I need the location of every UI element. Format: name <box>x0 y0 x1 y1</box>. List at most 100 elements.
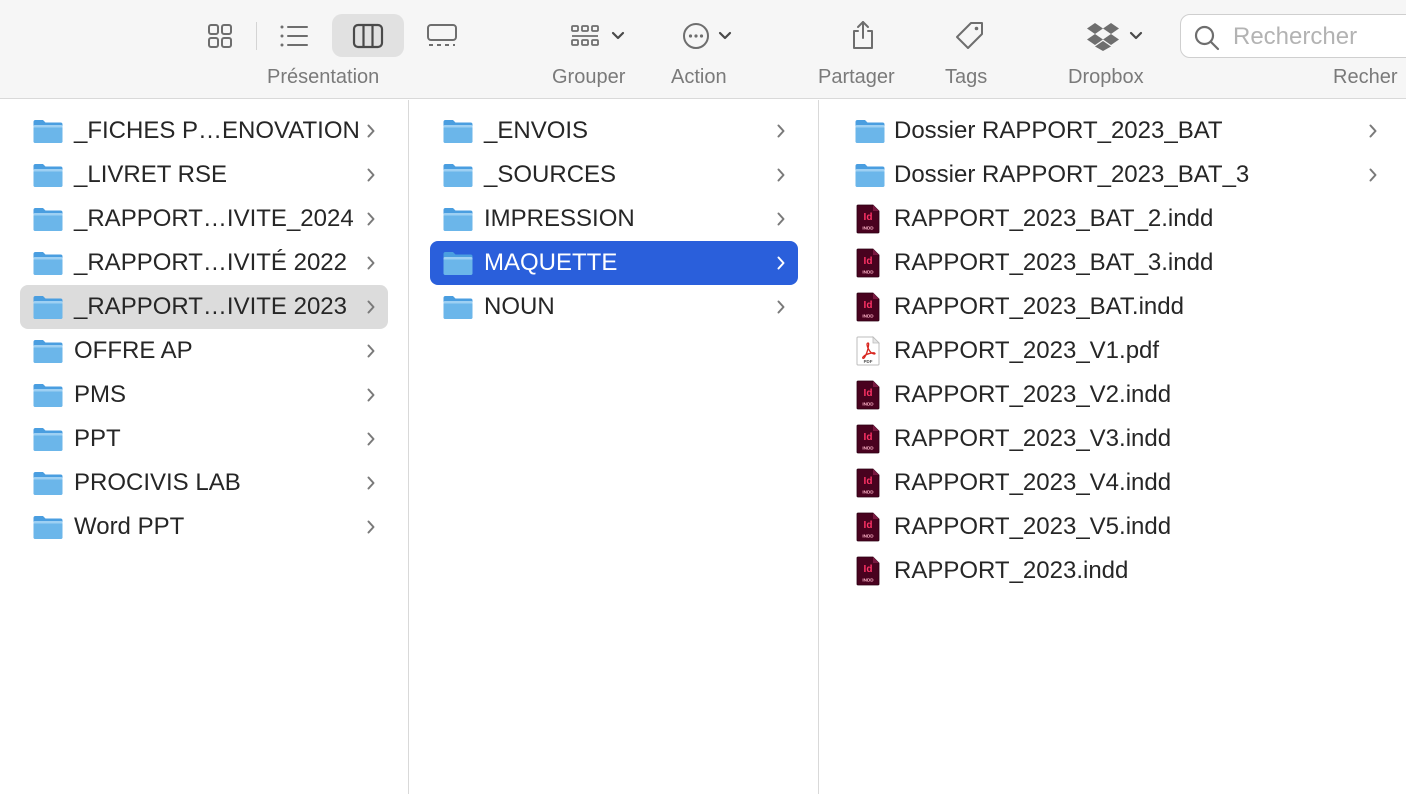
folder-icon <box>443 296 473 319</box>
item-name: OFFRE AP <box>74 337 193 364</box>
folder-row[interactable]: _RAPPORT…IVITÉ 2022 <box>20 241 388 285</box>
item-name: MAQUETTE <box>484 249 618 276</box>
dropbox-button[interactable] <box>1082 16 1148 56</box>
file-row[interactable]: Id INDD RAPPORT_2023_V3.indd <box>852 417 1402 461</box>
item-name: RAPPORT_2023_BAT.indd <box>894 293 1184 320</box>
svg-text:Id: Id <box>864 564 873 575</box>
browser-column-3[interactable]: Dossier RAPPORT_2023_BAT Dossier RAPPORT_… <box>820 100 1406 794</box>
folder-icon <box>33 296 63 319</box>
svg-text:INDD: INDD <box>862 578 874 583</box>
grid-view-icon <box>208 23 232 48</box>
item-name: RAPPORT_2023_V4.indd <box>894 469 1172 496</box>
group-label: Grouper <box>552 66 626 88</box>
folder-row[interactable]: NOUN <box>430 285 798 329</box>
chevron-right-icon <box>367 520 375 534</box>
file-row[interactable]: Id INDD RAPPORT_2023_BAT_2.indd <box>852 197 1402 241</box>
action-label: Action <box>671 66 727 88</box>
item-name: PROCIVIS LAB <box>74 469 241 496</box>
svg-text:Id: Id <box>864 256 873 267</box>
chevron-right-icon <box>367 432 375 446</box>
file-row[interactable]: Id INDD RAPPORT_2023_V2.indd <box>852 373 1402 417</box>
list-view-button[interactable] <box>258 14 330 57</box>
folder-row[interactable]: _SOURCES <box>430 153 798 197</box>
dropbox-icon <box>1087 23 1119 51</box>
folder-row[interactable]: MAQUETTE <box>430 241 798 285</box>
folder-row[interactable]: _LIVRET RSE <box>20 153 388 197</box>
indesign-file-icon: Id INDD <box>856 204 880 234</box>
chevron-right-icon <box>1369 168 1377 182</box>
indesign-file-icon: Id INDD <box>856 380 880 410</box>
browser-column-1[interactable]: _FICHES P…ENOVATION _LIVRET RSE _RAPPORT…I… <box>0 100 409 794</box>
gallery-view-button[interactable] <box>406 14 478 57</box>
file-row[interactable]: Id INDD RAPPORT_2023.indd <box>852 549 1402 593</box>
item-name: RAPPORT_2023.indd <box>894 557 1129 584</box>
svg-text:INDD: INDD <box>862 314 874 319</box>
folder-row[interactable]: _RAPPORT…IVITE 2023 <box>20 285 388 329</box>
folder-icon <box>33 252 63 275</box>
folder-icon <box>443 164 473 187</box>
column-view-button[interactable] <box>332 14 404 57</box>
chevron-down-icon <box>1129 31 1143 40</box>
file-row[interactable]: Id INDD RAPPORT_2023_BAT_3.indd <box>852 241 1402 285</box>
chevron-right-icon <box>367 212 375 226</box>
share-button[interactable] <box>843 14 883 56</box>
svg-text:Id: Id <box>864 212 873 223</box>
file-row[interactable]: Id INDD RAPPORT_2023_V4.indd <box>852 461 1402 505</box>
folder-icon <box>33 472 63 495</box>
folder-row[interactable]: _FICHES P…ENOVATION <box>20 109 388 153</box>
icon-view-button[interactable] <box>184 14 256 57</box>
tag-icon <box>956 22 983 49</box>
svg-text:PDF: PDF <box>864 359 873 364</box>
action-button[interactable] <box>672 16 742 56</box>
chevron-down-icon <box>718 31 732 40</box>
share-icon <box>853 21 873 49</box>
folder-row[interactable]: _RAPPORT…IVITE_2024 <box>20 197 388 241</box>
group-icon <box>571 25 599 46</box>
folder-row[interactable]: _ENVOIS <box>430 109 798 153</box>
folder-row[interactable]: PPT <box>20 417 388 461</box>
presentation-label: Présentation <box>267 66 380 88</box>
chevron-right-icon <box>777 256 785 270</box>
svg-text:INDD: INDD <box>862 534 874 539</box>
file-row[interactable]: Id INDD RAPPORT_2023_BAT.indd <box>852 285 1402 329</box>
folder-icon <box>33 340 63 363</box>
svg-text:INDD: INDD <box>862 402 874 407</box>
folder-icon <box>33 384 63 407</box>
chevron-right-icon <box>367 344 375 358</box>
item-name: _SOURCES <box>484 161 617 188</box>
folder-icon <box>855 120 885 143</box>
search-field[interactable] <box>1180 14 1406 58</box>
svg-text:Id: Id <box>864 300 873 311</box>
folder-icon <box>443 208 473 231</box>
item-name: NOUN <box>484 293 555 320</box>
folder-row[interactable]: PROCIVIS LAB <box>20 461 388 505</box>
folder-row[interactable]: Word PPT <box>20 505 388 549</box>
tags-button[interactable] <box>950 16 990 56</box>
group-button[interactable] <box>562 16 634 56</box>
ellipsis-circle-icon <box>683 23 709 49</box>
chevron-right-icon <box>367 476 375 490</box>
chevron-right-icon <box>777 300 785 314</box>
browser-column-2[interactable]: _ENVOIS _SOURCES IMPRESSION MAQUETTE NOUN <box>410 100 819 794</box>
file-row[interactable]: Id INDD RAPPORT_2023_V5.indd <box>852 505 1402 549</box>
folder-row[interactable]: IMPRESSION <box>430 197 798 241</box>
chevron-right-icon <box>777 212 785 226</box>
folder-row[interactable]: Dossier RAPPORT_2023_BAT <box>852 109 1402 153</box>
folder-row[interactable]: Dossier RAPPORT_2023_BAT_3 <box>852 153 1402 197</box>
item-name: _ENVOIS <box>484 117 589 144</box>
indesign-file-icon: Id INDD <box>856 248 880 278</box>
chevron-right-icon <box>367 388 375 402</box>
search-icon <box>1194 25 1220 51</box>
dropbox-label: Dropbox <box>1068 66 1144 88</box>
indesign-file-icon: Id INDD <box>856 512 880 542</box>
indesign-file-icon: Id INDD <box>856 468 880 498</box>
item-name: _RAPPORT…IVITÉ 2022 <box>74 249 347 276</box>
search-input[interactable] <box>1233 21 1403 53</box>
item-name: Dossier RAPPORT_2023_BAT_3 <box>894 161 1250 188</box>
folder-icon <box>33 428 63 451</box>
folder-row[interactable]: PMS <box>20 373 388 417</box>
folder-icon <box>33 208 63 231</box>
folder-row[interactable]: OFFRE AP <box>20 329 388 373</box>
file-row[interactable]: PDF RAPPORT_2023_V1.pdf <box>852 329 1402 373</box>
svg-text:INDD: INDD <box>862 490 874 495</box>
